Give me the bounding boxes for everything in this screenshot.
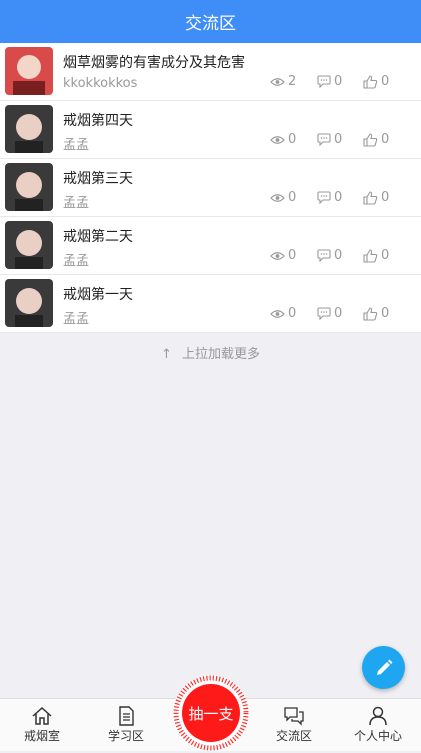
view-count: 0: [270, 132, 296, 147]
post-list: 烟草烟雾的有害成分及其危害 kkokkokkos 2 0 0 戒烟第四天 孟孟 …: [0, 43, 421, 333]
tab-community[interactable]: 交流区: [264, 699, 324, 751]
load-more-hint: ↑ 上拉加载更多: [0, 343, 421, 362]
avatar: [5, 279, 53, 327]
like-count[interactable]: 0: [363, 132, 389, 147]
post-author: 孟孟: [63, 196, 90, 211]
post-item[interactable]: 戒烟第二天 孟孟 0 0 0: [0, 217, 421, 275]
pencil-icon: [376, 659, 392, 675]
load-more-text: 上拉加载更多: [181, 347, 260, 362]
comment-icon: [317, 307, 331, 320]
eye-icon: [270, 309, 285, 318]
like-count[interactable]: 0: [363, 190, 389, 205]
header-bar: 交流区: [0, 0, 421, 43]
arrow-up-icon: ↑: [161, 347, 172, 362]
comment-count: 0: [317, 248, 342, 263]
comment-icon: [317, 191, 331, 204]
eye-icon: [270, 77, 285, 86]
post-title: 烟草烟雾的有害成分及其危害: [63, 55, 245, 71]
tab-home[interactable]: 戒烟室: [12, 699, 72, 751]
avatar: [5, 105, 53, 153]
avatar: [5, 47, 53, 95]
post-author: 孟孟: [63, 312, 90, 327]
thumbs-up-icon: [363, 190, 378, 205]
tab-profile[interactable]: 个人中心: [348, 699, 408, 751]
view-count: 2: [270, 74, 296, 89]
like-count[interactable]: 0: [363, 306, 389, 321]
avatar: [5, 221, 53, 269]
post-title: 戒烟第四天: [63, 113, 133, 129]
comment-count: 0: [317, 190, 342, 205]
smoke-one-label: 抽一支: [182, 684, 240, 742]
smoke-one-button[interactable]: 抽一支: [171, 673, 251, 753]
post-author: 孟孟: [63, 254, 90, 269]
thumbs-up-icon: [363, 132, 378, 147]
tab-study[interactable]: 学习区: [96, 699, 156, 751]
post-item[interactable]: 戒烟第一天 孟孟 0 0 0: [0, 275, 421, 333]
compose-button[interactable]: [362, 646, 405, 689]
page-title: 交流区: [185, 14, 236, 34]
post-item[interactable]: 烟草烟雾的有害成分及其危害 kkokkokkos 2 0 0: [0, 43, 421, 101]
comment-icon: [317, 249, 331, 262]
comment-count: 0: [317, 74, 342, 89]
home-icon: [32, 706, 52, 725]
post-item[interactable]: 戒烟第三天 孟孟 0 0 0: [0, 159, 421, 217]
comment-count: 0: [317, 132, 342, 147]
post-author: 孟孟: [63, 138, 90, 153]
like-count[interactable]: 0: [363, 248, 389, 263]
chat-icon: [284, 707, 304, 726]
eye-icon: [270, 135, 285, 144]
post-item[interactable]: 戒烟第四天 孟孟 0 0 0: [0, 101, 421, 159]
post-title: 戒烟第二天: [63, 229, 133, 245]
comment-icon: [317, 75, 331, 88]
comment-icon: [317, 133, 331, 146]
view-count: 0: [270, 248, 296, 263]
thumbs-up-icon: [363, 306, 378, 321]
eye-icon: [270, 251, 285, 260]
person-icon: [369, 706, 387, 726]
comment-count: 0: [317, 306, 342, 321]
post-author: kkokkokkos: [63, 76, 138, 91]
document-icon: [119, 706, 134, 726]
thumbs-up-icon: [363, 74, 378, 89]
post-title: 戒烟第三天: [63, 171, 133, 187]
thumbs-up-icon: [363, 248, 378, 263]
view-count: 0: [270, 306, 296, 321]
avatar: [5, 163, 53, 211]
like-count[interactable]: 0: [363, 74, 389, 89]
eye-icon: [270, 193, 285, 202]
post-title: 戒烟第一天: [63, 287, 133, 303]
view-count: 0: [270, 190, 296, 205]
